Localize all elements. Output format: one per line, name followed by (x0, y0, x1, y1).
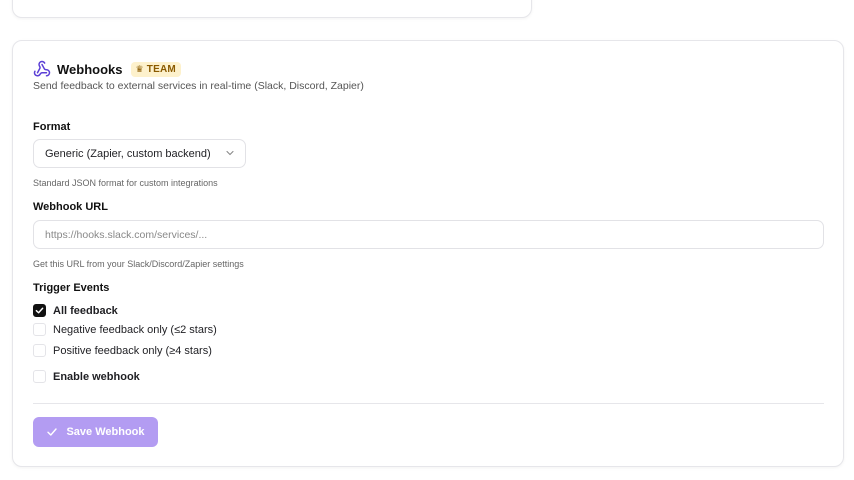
save-webhook-button[interactable]: Save Webhook (33, 417, 158, 447)
webhook-icon (33, 60, 51, 78)
enable-webhook[interactable]: Enable webhook (33, 370, 140, 383)
divider (33, 403, 824, 404)
trigger-negative-feedback[interactable]: Negative feedback only (≤2 stars) (33, 323, 217, 336)
trigger-positive-feedback-label: Positive feedback only (≥4 stars) (53, 344, 212, 357)
previous-settings-card (12, 0, 532, 18)
webhook-url-hint: Get this URL from your Slack/Discord/Zap… (33, 259, 244, 269)
trigger-positive-feedback[interactable]: Positive feedback only (≥4 stars) (33, 344, 212, 357)
crown-icon: ♛ (135, 63, 144, 74)
checkbox-checked[interactable] (33, 304, 46, 317)
trigger-negative-feedback-label: Negative feedback only (≤2 stars) (53, 323, 217, 336)
format-selected-value: Generic (Zapier, custom backend) (45, 147, 211, 160)
checkbox-unchecked[interactable] (33, 370, 46, 383)
trigger-all-feedback[interactable]: All feedback (33, 304, 118, 317)
team-badge-label: TEAM (146, 63, 176, 75)
format-label: Format (33, 121, 71, 133)
chevron-down-icon (225, 148, 235, 158)
webhooks-subtitle: Send feedback to external services in re… (33, 80, 364, 92)
format-hint: Standard JSON format for custom integrat… (33, 178, 218, 188)
webhook-url-input[interactable] (33, 220, 824, 249)
webhooks-header: Webhooks ♛ TEAM (33, 60, 181, 78)
format-select[interactable]: Generic (Zapier, custom backend) (33, 139, 246, 168)
trigger-events-label: Trigger Events (33, 282, 110, 294)
webhook-url-label: Webhook URL (33, 201, 108, 213)
check-icon (46, 426, 58, 438)
webhooks-card: Webhooks ♛ TEAM Send feedback to externa… (12, 40, 844, 467)
save-webhook-label: Save Webhook (66, 426, 145, 438)
trigger-all-feedback-label: All feedback (53, 304, 118, 317)
checkbox-unchecked[interactable] (33, 323, 46, 336)
checkbox-unchecked[interactable] (33, 344, 46, 357)
webhooks-title: Webhooks (57, 61, 123, 77)
team-badge: ♛ TEAM (130, 61, 181, 77)
enable-webhook-label: Enable webhook (53, 370, 140, 383)
